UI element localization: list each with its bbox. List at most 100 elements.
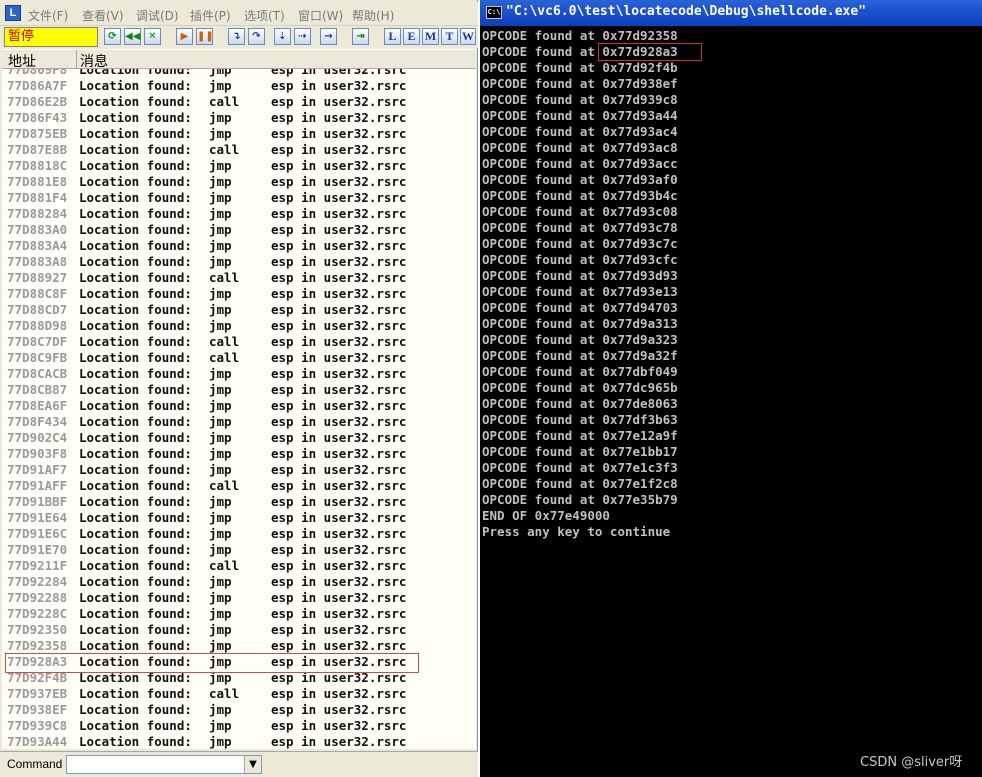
console-window: C:\ "C:\vc6.0\test\locatecode\Debug\shel… bbox=[480, 0, 982, 777]
console-output[interactable]: OPCODE found at 0x77d92358 OPCODE found a… bbox=[482, 26, 980, 777]
log-row[interactable]: 77D92284 Location found: jmp esp in user32.… bbox=[2, 574, 476, 590]
log-opcode: jmp bbox=[209, 638, 232, 653]
close-icon[interactable]: ✕ bbox=[144, 28, 161, 45]
log-address: 77D8C9FB bbox=[7, 350, 68, 365]
log-row[interactable]: 77D92288 Location found: jmp esp in user32.… bbox=[2, 590, 476, 606]
log-message: Location found: bbox=[79, 126, 192, 141]
threads-icon[interactable]: T bbox=[441, 28, 458, 45]
column-address[interactable]: 地址 bbox=[8, 51, 36, 71]
log-address: 77D8EA6F bbox=[7, 398, 68, 413]
log-row[interactable]: 77D91E64 Location found: jmp esp in user32.… bbox=[2, 510, 476, 526]
trace-over-icon[interactable]: ⇢ bbox=[294, 28, 311, 45]
console-line: OPCODE found at 0x77d94703 bbox=[482, 300, 678, 315]
log-row[interactable]: 77D8CACB Location found: jmp esp in user32.… bbox=[2, 366, 476, 382]
log-row[interactable]: 77D881F4 Location found: jmp esp in user32.… bbox=[2, 190, 476, 206]
menu-window[interactable]: 窗口(W) bbox=[298, 7, 343, 24]
go-to-icon[interactable]: ⇥ bbox=[352, 28, 369, 45]
log-row[interactable]: 77D8C9FB Location found: call esp in user32… bbox=[2, 350, 476, 366]
log-row[interactable]: 77D809F8 Location found: jmp esp in user32.… bbox=[2, 69, 476, 78]
log-row[interactable]: 77D9228C Location found: jmp esp in user32.… bbox=[2, 606, 476, 622]
log-row[interactable]: 77D86A7F Location found: jmp esp in user32.… bbox=[2, 78, 476, 94]
run-icon[interactable]: ▶ bbox=[176, 28, 193, 45]
log-row[interactable]: 77D8F434 Location found: jmp esp in user32.… bbox=[2, 414, 476, 430]
log-row[interactable]: 77D91AFF Location found: call esp in user32… bbox=[2, 478, 476, 494]
log-row[interactable]: 77D8C7DF Location found: call esp in user32… bbox=[2, 334, 476, 350]
menu-view[interactable]: 查看(V) bbox=[82, 7, 124, 24]
menu-file[interactable]: 文件(F) bbox=[28, 7, 68, 24]
log-opcode: jmp bbox=[209, 446, 232, 461]
log-row[interactable]: 77D88927 Location found: call esp in user32… bbox=[2, 270, 476, 286]
menu-plugins[interactable]: 插件(P) bbox=[190, 7, 231, 24]
executable-modules-icon[interactable]: E bbox=[403, 28, 420, 45]
log-row[interactable]: 77D903F8 Location found: jmp esp in user32.… bbox=[2, 446, 476, 462]
log-message: Location found: bbox=[79, 590, 192, 605]
chevron-down-icon[interactable]: ▼ bbox=[244, 756, 261, 773]
execute-till-return-icon[interactable]: → bbox=[320, 28, 337, 45]
toolbar: 暂停 ⟳ ◀◀ ✕ ▶ ❚❚ ↴ ↷ ⇣ ⇢ → ⇥ L E M T W bbox=[0, 26, 478, 48]
column-divider[interactable] bbox=[76, 50, 77, 69]
log-row[interactable]: 77D92350 Location found: jmp esp in user32.… bbox=[2, 622, 476, 638]
log-row[interactable]: 77D91BBF Location found: jmp esp in user32.… bbox=[2, 494, 476, 510]
log-register: esp in user32.rsrc bbox=[271, 462, 407, 477]
log-row[interactable]: 77D87E8B Location found: call esp in user32… bbox=[2, 142, 476, 158]
log-row[interactable]: 77D883A4 Location found: jmp esp in user32.… bbox=[2, 238, 476, 254]
log-row[interactable]: 77D881E8 Location found: jmp esp in user32.… bbox=[2, 174, 476, 190]
menu-debug[interactable]: 调试(D) bbox=[136, 7, 179, 24]
log-message: Location found: bbox=[79, 78, 192, 93]
app-icon[interactable]: L bbox=[5, 5, 21, 21]
log-row[interactable]: 77D91E70 Location found: jmp esp in user32.… bbox=[2, 542, 476, 558]
log-register: esp in user32.rsrc bbox=[271, 350, 407, 365]
rewind-icon[interactable]: ◀◀ bbox=[124, 28, 141, 45]
log-row[interactable]: 77D86F43 Location found: jmp esp in user32.… bbox=[2, 110, 476, 126]
log-row[interactable]: 77D93A44 Location found: jmp esp in user32.… bbox=[2, 734, 476, 749]
log-address: 77D88927 bbox=[7, 270, 68, 285]
log-message: Location found: bbox=[79, 334, 192, 349]
memory-map-icon[interactable]: M bbox=[422, 28, 439, 45]
log-opcode: jmp bbox=[209, 238, 232, 253]
pause-icon[interactable]: ❚❚ bbox=[196, 28, 214, 45]
log-address: 77D883A0 bbox=[7, 222, 68, 237]
log-list[interactable]: 77D809F8 Location found: jmp esp in user32.… bbox=[2, 69, 476, 749]
console-line: OPCODE found at 0x77d93cfc bbox=[482, 252, 678, 267]
log-register: esp in user32.rsrc bbox=[271, 302, 407, 317]
log-row[interactable]: 77D938EF Location found: jmp esp in user32.… bbox=[2, 702, 476, 718]
log-opcode: jmp bbox=[209, 734, 232, 749]
log-row[interactable]: 77D8818C Location found: jmp esp in user32.… bbox=[2, 158, 476, 174]
log-row[interactable]: 77D88284 Location found: jmp esp in user32.… bbox=[2, 206, 476, 222]
trace-into-icon[interactable]: ⇣ bbox=[274, 28, 291, 45]
menu-help[interactable]: 帮助(H) bbox=[352, 7, 394, 24]
console-titlebar[interactable]: C:\ "C:\vc6.0\test\locatecode\Debug\shel… bbox=[480, 0, 982, 26]
log-row[interactable]: 77D875EB Location found: jmp esp in user32.… bbox=[2, 126, 476, 142]
log-address: 77D92350 bbox=[7, 622, 68, 637]
log-message: Location found: bbox=[79, 270, 192, 285]
step-into-icon[interactable]: ↴ bbox=[228, 28, 245, 45]
log-row[interactable]: 77D8EA6F Location found: jmp esp in user32.… bbox=[2, 398, 476, 414]
log-register: esp in user32.rsrc bbox=[271, 430, 407, 445]
log-opcode: jmp bbox=[209, 718, 232, 733]
log-window-icon[interactable]: L bbox=[384, 28, 401, 45]
log-row[interactable]: 77D91AF7 Location found: jmp esp in user32.… bbox=[2, 462, 476, 478]
log-row[interactable]: 77D91E6C Location found: jmp esp in user32.… bbox=[2, 526, 476, 542]
log-row[interactable]: 77D902C4 Location found: jmp esp in user32.… bbox=[2, 430, 476, 446]
log-row[interactable]: 77D9211F Location found: call esp in user32… bbox=[2, 558, 476, 574]
log-row[interactable]: 77D92358 Location found: jmp esp in user32.… bbox=[2, 638, 476, 654]
restart-icon[interactable]: ⟳ bbox=[104, 28, 121, 45]
log-row[interactable]: 77D88D98 Location found: jmp esp in user32.… bbox=[2, 318, 476, 334]
log-row[interactable]: 77D883A8 Location found: jmp esp in user32.… bbox=[2, 254, 476, 270]
log-message: Location found: bbox=[79, 558, 192, 573]
log-opcode: jmp bbox=[209, 286, 232, 301]
column-message[interactable]: 消息 bbox=[80, 51, 108, 71]
log-row[interactable]: 77D937EB Location found: call esp in user32… bbox=[2, 686, 476, 702]
log-row[interactable]: 77D86E2B Location found: call esp in user32… bbox=[2, 94, 476, 110]
command-input[interactable] bbox=[66, 755, 262, 774]
log-register: esp in user32.rsrc bbox=[271, 686, 407, 701]
log-row[interactable]: 77D88CD7 Location found: jmp esp in user32.… bbox=[2, 302, 476, 318]
step-over-icon[interactable]: ↷ bbox=[248, 28, 265, 45]
log-row[interactable]: 77D883A0 Location found: jmp esp in user32.… bbox=[2, 222, 476, 238]
log-message: Location found: bbox=[79, 254, 192, 269]
log-row[interactable]: 77D88C8F Location found: jmp esp in user32.… bbox=[2, 286, 476, 302]
menu-options[interactable]: 选项(T) bbox=[244, 7, 285, 24]
log-row[interactable]: 77D8CB87 Location found: jmp esp in user32.… bbox=[2, 382, 476, 398]
log-row[interactable]: 77D939C8 Location found: jmp esp in user32.… bbox=[2, 718, 476, 734]
windows-icon[interactable]: W bbox=[460, 28, 476, 45]
